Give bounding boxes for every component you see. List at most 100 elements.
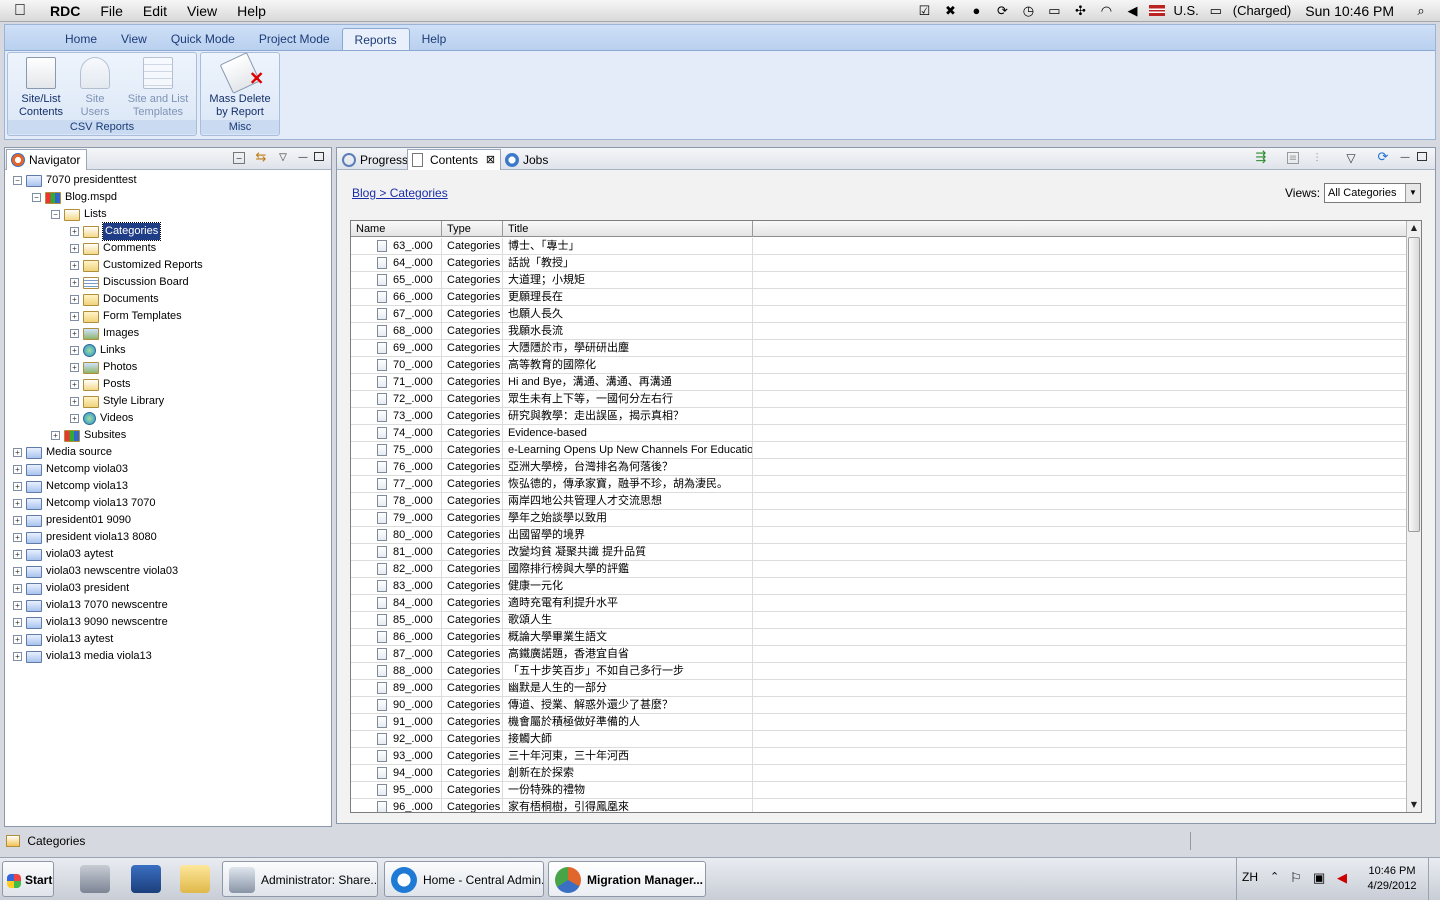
- ribbon-tab-help[interactable]: Help: [410, 28, 459, 50]
- battery-status[interactable]: (Charged): [1233, 3, 1292, 18]
- tab-progress[interactable]: Progress: [337, 149, 415, 170]
- link-with-editor-icon[interactable]: ⇆: [255, 151, 267, 164]
- table-row[interactable]: 80_.000 Categories 出國留學的境界: [351, 527, 1407, 544]
- table-row[interactable]: 83_.000 Categories 健康一元化: [351, 578, 1407, 595]
- table-row[interactable]: 68_.000 Categories 我願水長流: [351, 323, 1407, 340]
- table-row[interactable]: 64_.000 Categories 話說「教授」: [351, 255, 1407, 272]
- tree-node[interactable]: + Subsites: [51, 427, 126, 444]
- tree-node[interactable]: + Posts: [70, 376, 131, 393]
- tree-node[interactable]: + viola03 president: [13, 580, 129, 597]
- table-row[interactable]: 92_.000 Categories 接觸大師: [351, 731, 1407, 748]
- tree-node[interactable]: + Videos: [70, 410, 133, 427]
- dropdown-arrow-icon[interactable]: ▼: [1405, 184, 1420, 202]
- task-migration-manager[interactable]: Migration Manager...: [548, 861, 706, 897]
- expand-icon[interactable]: +: [70, 244, 79, 253]
- expand-icon[interactable]: +: [51, 431, 60, 440]
- wifi-icon[interactable]: ◠: [1097, 3, 1115, 19]
- app-menu[interactable]: RDC: [40, 3, 90, 19]
- column-header-name[interactable]: Name: [351, 221, 442, 237]
- maximize-panel-icon[interactable]: [1417, 152, 1427, 161]
- filter-icon[interactable]: ▽: [1345, 152, 1357, 164]
- minimize-panel-icon[interactable]: —: [297, 152, 309, 164]
- scroll-down-icon[interactable]: ▼: [1407, 798, 1421, 812]
- table-row[interactable]: 96_.000 Categories 家有梧桐樹，引得鳳凰來: [351, 799, 1407, 812]
- expand-icon[interactable]: +: [70, 312, 79, 321]
- vertical-scrollbar[interactable]: ▲ ▼: [1406, 221, 1421, 812]
- tree-node[interactable]: + viola13 aytest: [13, 631, 113, 648]
- expand-icon[interactable]: +: [70, 363, 79, 372]
- views-dropdown[interactable]: All Categories ▼: [1324, 183, 1421, 203]
- expand-icon[interactable]: +: [70, 295, 79, 304]
- tree-node[interactable]: + Netcomp viola13: [13, 478, 128, 495]
- tray-time[interactable]: 10:46 PM: [1366, 865, 1418, 877]
- tray-date[interactable]: 4/29/2012: [1366, 880, 1418, 892]
- table-row[interactable]: 81_.000 Categories 改變均貧 凝聚共識 提升品質: [351, 544, 1407, 561]
- scroll-up-icon[interactable]: ▲: [1407, 221, 1421, 235]
- close-tab-icon[interactable]: ⊠: [486, 150, 495, 170]
- table-row[interactable]: 90_.000 Categories 傳道、授業、解惑外還少了甚麼？: [351, 697, 1407, 714]
- column-header-title[interactable]: Title: [503, 221, 753, 237]
- ribbon-tab-view[interactable]: View: [109, 28, 159, 50]
- expand-icon[interactable]: +: [70, 380, 79, 389]
- breadcrumb[interactable]: Blog > Categories: [352, 186, 448, 200]
- table-row[interactable]: 91_.000 Categories 機會屬於積極做好準備的人: [351, 714, 1407, 731]
- tree-node[interactable]: + Images: [70, 325, 139, 342]
- explorer-folder-icon[interactable]: [180, 865, 210, 893]
- spotlight-search-icon[interactable]: ⌕: [1412, 3, 1430, 19]
- expand-icon[interactable]: +: [13, 601, 22, 610]
- site-list-contents-button[interactable]: Site/List Contents: [11, 57, 71, 119]
- task-central-admin[interactable]: Home - Central Admin...: [384, 861, 544, 897]
- expand-icon[interactable]: +: [13, 448, 22, 457]
- tree-node[interactable]: + Links: [70, 342, 126, 359]
- column-header-type[interactable]: Type: [442, 221, 503, 237]
- tree-node[interactable]: + Netcomp viola13 7070: [13, 495, 155, 512]
- expand-icon[interactable]: +: [13, 516, 22, 525]
- mass-delete-by-report-button[interactable]: ✕ Mass Delete by Report: [207, 52, 273, 119]
- tab-contents[interactable]: Contents ⊠: [407, 149, 502, 170]
- table-row[interactable]: 73_.000 Categories 研究與教學：走出誤區，揭示真相？: [351, 408, 1407, 425]
- volume-icon[interactable]: ◀: [1123, 3, 1141, 19]
- expand-icon[interactable]: +: [70, 227, 79, 236]
- table-row[interactable]: 87_.000 Categories 高鐵廣諾題，香港宜自省: [351, 646, 1407, 663]
- battery-icon[interactable]: ▭: [1207, 3, 1225, 19]
- task-administrator-shell[interactable]: Administrator: Share...: [222, 861, 378, 897]
- ribbon-tab-home[interactable]: Home: [53, 28, 109, 50]
- time-machine-icon[interactable]: ◷: [1019, 3, 1037, 19]
- expand-icon[interactable]: +: [13, 465, 22, 474]
- tree-node[interactable]: + Documents: [70, 291, 159, 308]
- table-row[interactable]: 67_.000 Categories 也願人長久: [351, 306, 1407, 323]
- site-users-button[interactable]: Site Users: [65, 57, 125, 119]
- expand-icon[interactable]: +: [13, 550, 22, 559]
- list-view-icon[interactable]: ≡: [1287, 152, 1299, 164]
- table-row[interactable]: 85_.000 Categories 歌頌人生: [351, 612, 1407, 629]
- tree-node[interactable]: + viola03 aytest: [13, 546, 113, 563]
- menu-help[interactable]: Help: [227, 3, 276, 19]
- expand-icon[interactable]: +: [13, 635, 22, 644]
- sync-icon[interactable]: ⟳: [993, 3, 1011, 19]
- volume-muted-icon[interactable]: ◀: [1337, 870, 1347, 886]
- table-row[interactable]: 94_.000 Categories 創新在於探索: [351, 765, 1407, 782]
- menu-file[interactable]: File: [90, 3, 133, 19]
- expand-icon[interactable]: +: [13, 482, 22, 491]
- infinity-status-icon[interactable]: ●: [967, 3, 985, 19]
- expand-icon[interactable]: +: [70, 261, 79, 270]
- menubar-clock[interactable]: Sun 10:46 PM: [1305, 3, 1394, 19]
- export-icon[interactable]: ⇶: [1255, 151, 1267, 164]
- show-desktop-button[interactable]: [1428, 858, 1438, 900]
- collapse-icon[interactable]: −: [51, 210, 60, 219]
- checkbox-status-icon[interactable]: ☑: [915, 3, 933, 19]
- table-row[interactable]: 86_.000 Categories 概論大學畢業生語文: [351, 629, 1407, 646]
- tree-node[interactable]: + Netcomp viola03: [13, 461, 128, 478]
- ribbon-tab-quick-mode[interactable]: Quick Mode: [159, 28, 247, 50]
- table-row[interactable]: 77_.000 Categories 恢弘德的，傳承家寶，融爭不珍，胡為淒民。: [351, 476, 1407, 493]
- expand-icon[interactable]: +: [13, 499, 22, 508]
- powershell-icon[interactable]: [131, 865, 161, 893]
- start-button[interactable]: Start: [2, 861, 54, 897]
- collapse-icon[interactable]: −: [32, 193, 41, 202]
- expand-icon[interactable]: +: [13, 652, 22, 661]
- site-and-list-templates-button[interactable]: Site and List Templates: [125, 57, 191, 119]
- tree-node[interactable]: + Photos: [70, 359, 137, 376]
- expand-icon[interactable]: +: [13, 533, 22, 542]
- tree-node[interactable]: + Customized Reports: [70, 257, 203, 274]
- ribbon-tab-project-mode[interactable]: Project Mode: [247, 28, 342, 50]
